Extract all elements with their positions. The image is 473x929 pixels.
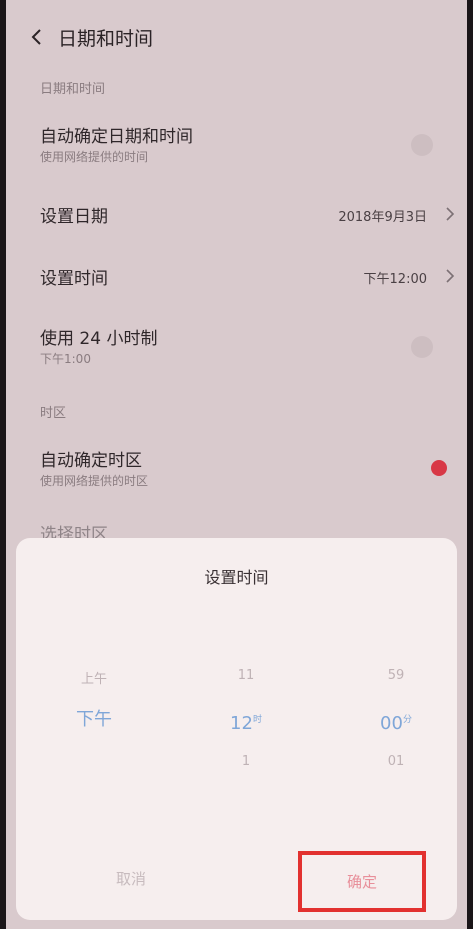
toggle-24h[interactable]: [411, 336, 433, 358]
set-time-dialog: 设置时间 上午 下午 11 12时 1 59 00分 01 取消 确定: [16, 538, 457, 920]
ampm-next: [34, 754, 154, 778]
row-set-time[interactable]: 设置时间 下午12:00: [6, 258, 467, 294]
minute-next: 01: [387, 754, 405, 769]
back-arrow-icon[interactable]: [26, 26, 48, 48]
minute-suffix: 分: [402, 715, 412, 725]
minute-selected: 00分: [336, 702, 456, 738]
page-title: 日期和时间: [58, 28, 154, 50]
minute-prev: 59: [387, 668, 405, 683]
row-subtitle: 下午1:00: [40, 352, 91, 366]
dialog-title: 设置时间: [204, 568, 269, 587]
row-title: 设置时间: [40, 269, 108, 289]
row-value: 2018年9月3日: [338, 210, 427, 225]
row-title: 自动确定时区: [40, 451, 142, 471]
row-subtitle: 使用网络提供的时间: [40, 150, 149, 164]
hour-selected: 12时: [186, 702, 306, 738]
cancel-button[interactable]: 取消: [76, 868, 186, 889]
ampm-picker[interactable]: 上午 下午: [34, 668, 154, 778]
hour-picker[interactable]: 11 12时 1: [186, 668, 306, 778]
section-header-timezone: 时区: [40, 406, 67, 421]
hour-next: 1: [241, 754, 251, 769]
toggle-auto-timezone[interactable]: [431, 460, 447, 476]
row-use-24h[interactable]: 使用 24 小时制 下午1:00: [6, 320, 467, 372]
row-title: 使用 24 小时制: [40, 329, 158, 349]
settings-screen: 日期和时间 日期和时间 自动确定日期和时间 使用网络提供的时间 设置日期 201…: [6, 0, 467, 929]
ampm-selected: 下午: [76, 709, 112, 730]
section-header-date-time: 日期和时间: [40, 82, 106, 97]
row-auto-date-time[interactable]: 自动确定日期和时间 使用网络提供的时间: [6, 118, 467, 170]
ampm-prev: 上午: [80, 672, 107, 687]
minute-picker[interactable]: 59 00分 01: [336, 668, 456, 778]
chevron-right-icon: [443, 206, 457, 222]
row-set-date[interactable]: 设置日期 2018年9月3日: [6, 196, 467, 232]
hour-prev: 11: [237, 668, 255, 683]
row-title: 设置日期: [40, 207, 108, 227]
confirm-button[interactable]: 确定: [298, 851, 426, 912]
chevron-right-icon: [443, 268, 457, 284]
row-value: 下午12:00: [363, 272, 427, 287]
row-title: 自动确定日期和时间: [40, 127, 193, 147]
hour-value: 12: [230, 713, 253, 734]
row-subtitle: 使用网络提供的时区: [40, 474, 149, 488]
row-auto-timezone[interactable]: 自动确定时区 使用网络提供的时区: [6, 442, 467, 494]
minute-value: 00: [380, 713, 403, 734]
hour-suffix: 时: [252, 715, 262, 725]
toggle-auto-date-time[interactable]: [411, 134, 433, 156]
header: 日期和时间: [6, 14, 467, 60]
